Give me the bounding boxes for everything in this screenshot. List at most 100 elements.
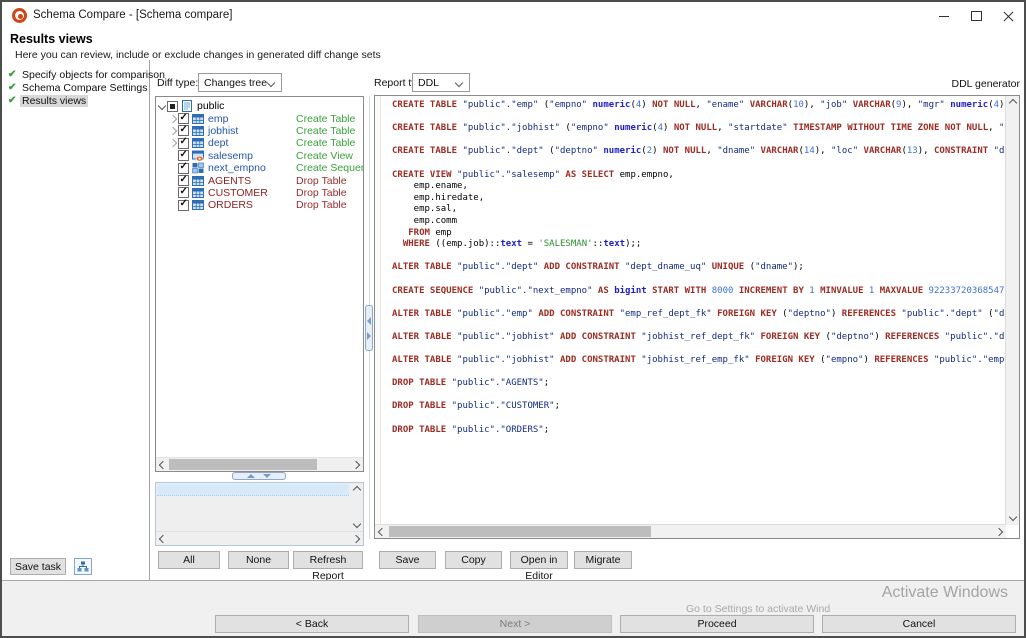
code-line: ALTER TABLE "public"."jobhist" ADD CONST… (392, 332, 1005, 344)
table-icon (192, 125, 204, 137)
item-checkbox[interactable] (178, 163, 189, 174)
close-button[interactable] (992, 2, 1024, 30)
report-type-value: DDL (418, 77, 439, 89)
chevron-right-icon[interactable] (167, 128, 178, 134)
code-line: ALTER TABLE "public"."emp" ADD CONSTRAIN… (392, 309, 1005, 321)
tree-item-next_empno[interactable]: next_empnoCreate Sequence (156, 162, 363, 174)
item-checkbox[interactable] (167, 101, 178, 112)
item-name: emp (208, 113, 228, 125)
item-checkbox[interactable] (178, 138, 189, 149)
tree-item-dept[interactable]: deptCreate Table (156, 137, 363, 149)
wizard-step[interactable]: ✔Results views (8, 94, 148, 107)
code-line (392, 274, 1005, 286)
item-action-label: Create Table (296, 137, 355, 149)
connection-icon-button[interactable] (74, 558, 92, 575)
code-gutter (375, 96, 381, 525)
code-line (392, 320, 1005, 332)
save-button[interactable]: Save (379, 551, 436, 569)
next-button[interactable]: Next > (418, 615, 612, 633)
scroll-down-icon (353, 520, 361, 528)
code-horizontal-scrollbar[interactable] (375, 524, 1006, 538)
code-line (392, 297, 1005, 309)
save-task-button[interactable]: Save task (10, 558, 66, 575)
chevron-right-icon[interactable] (167, 140, 178, 146)
item-name: ORDERS (208, 199, 253, 211)
horizontal-splitter-handle[interactable] (232, 472, 286, 480)
tree-item-ORDERS[interactable]: ORDERSDrop Table (156, 199, 363, 211)
wizard-step-label: Specify objects for comparison (20, 69, 167, 81)
bottom-bar: Activate Windows Go to Settings to activ… (2, 580, 1024, 637)
item-name: next_empno (208, 162, 266, 174)
all-button[interactable]: All (158, 551, 220, 569)
table-icon (192, 113, 204, 125)
diff-type-value: Changes tree (204, 77, 267, 89)
tree-item-jobhist[interactable]: jobhistCreate Table (156, 125, 363, 137)
scroll-left-icon (159, 461, 167, 469)
item-checkbox[interactable] (178, 150, 189, 161)
schema-compare-window: Schema Compare - [Schema compare] Result… (0, 0, 1026, 638)
report-type-select[interactable]: DDL (412, 73, 470, 92)
chevron-down-icon (267, 79, 275, 87)
table-icon (192, 199, 204, 211)
diff-type-label: Diff type: (157, 77, 198, 89)
table-icon (192, 175, 204, 187)
item-name: jobhist (208, 125, 238, 137)
chevron-down-icon[interactable] (156, 103, 167, 109)
activate-windows-subtext: Go to Settings to activate Wind (686, 603, 830, 615)
code-vertical-scrollbar[interactable] (1005, 96, 1019, 525)
check-icon: ✔ (8, 69, 20, 80)
item-checkbox[interactable] (178, 200, 189, 211)
code-line: ALTER TABLE "public"."dept" ADD CONSTRAI… (392, 262, 1005, 274)
item-action-label: Create Table (296, 113, 355, 125)
item-checkbox[interactable] (178, 175, 189, 186)
item-checkbox[interactable] (178, 125, 189, 136)
sidebar-separator (149, 60, 150, 580)
close-icon (1003, 11, 1013, 21)
maximize-icon (971, 11, 982, 21)
diff-type-select[interactable]: Changes tree (198, 73, 282, 92)
scroll-up-icon (353, 486, 361, 494)
page-title: Results views (10, 32, 93, 46)
diff-tree: publicempCreate TablejobhistCreate Table… (156, 100, 363, 212)
vertical-splitter-handle[interactable] (365, 305, 373, 351)
none-button[interactable]: None (228, 551, 289, 569)
code-line (392, 343, 1005, 355)
scroll-left-icon (159, 535, 167, 543)
check-icon: ✔ (8, 82, 20, 93)
cancel-button[interactable]: Cancel (822, 615, 1016, 633)
code-line (392, 413, 1005, 425)
detail-selected-row[interactable] (157, 484, 349, 496)
code-line: emp.comm (392, 216, 1005, 228)
maximize-button[interactable] (960, 2, 992, 30)
item-name: AGENTS (208, 175, 251, 187)
detail-horizontal-scrollbar[interactable] (156, 531, 363, 545)
item-checkbox[interactable] (178, 113, 189, 124)
tree-item-AGENTS[interactable]: AGENTSDrop Table (156, 174, 363, 186)
detail-vertical-scrollbar[interactable] (350, 483, 363, 532)
tree-item-public[interactable]: public (156, 100, 363, 112)
minimize-button[interactable] (928, 2, 960, 30)
chevron-right-icon[interactable] (167, 116, 178, 122)
splitter-right-icon (367, 332, 371, 340)
wizard-step[interactable]: ✔Schema Compare Settings (8, 81, 148, 94)
ddl-code[interactable]: CREATE TABLE "public"."emp" ("empno" num… (392, 100, 1005, 524)
proceed-button[interactable]: Proceed (620, 615, 814, 633)
item-checkbox[interactable] (178, 187, 189, 198)
scroll-left-icon (378, 528, 386, 536)
tree-horizontal-scrollbar[interactable] (156, 457, 363, 471)
scrollbar-thumb[interactable] (169, 459, 317, 470)
code-line: CREATE TABLE "public"."dept" ("deptno" n… (392, 146, 1005, 158)
wizard-step-label: Schema Compare Settings (20, 82, 149, 94)
back-button[interactable]: < Back (215, 615, 409, 633)
tree-item-emp[interactable]: emp Create Table (156, 112, 363, 124)
code-line: WHERE ((emp.job)::text = 'SALESMAN'::tex… (392, 239, 1005, 251)
tree-item-salesemp[interactable]: salesempCreate View (156, 150, 363, 162)
refresh-report-button[interactable]: Refresh Report (293, 551, 363, 569)
scrollbar-thumb[interactable] (389, 526, 651, 537)
migrate-button[interactable]: Migrate (574, 551, 632, 569)
open-in-editor-button[interactable]: Open in Editor (510, 551, 568, 569)
wizard-step[interactable]: ✔Specify objects for comparison (8, 68, 148, 81)
tree-item-CUSTOMER[interactable]: CUSTOMERDrop Table (156, 187, 363, 199)
copy-button[interactable]: Copy (445, 551, 502, 569)
view-icon (192, 150, 204, 162)
